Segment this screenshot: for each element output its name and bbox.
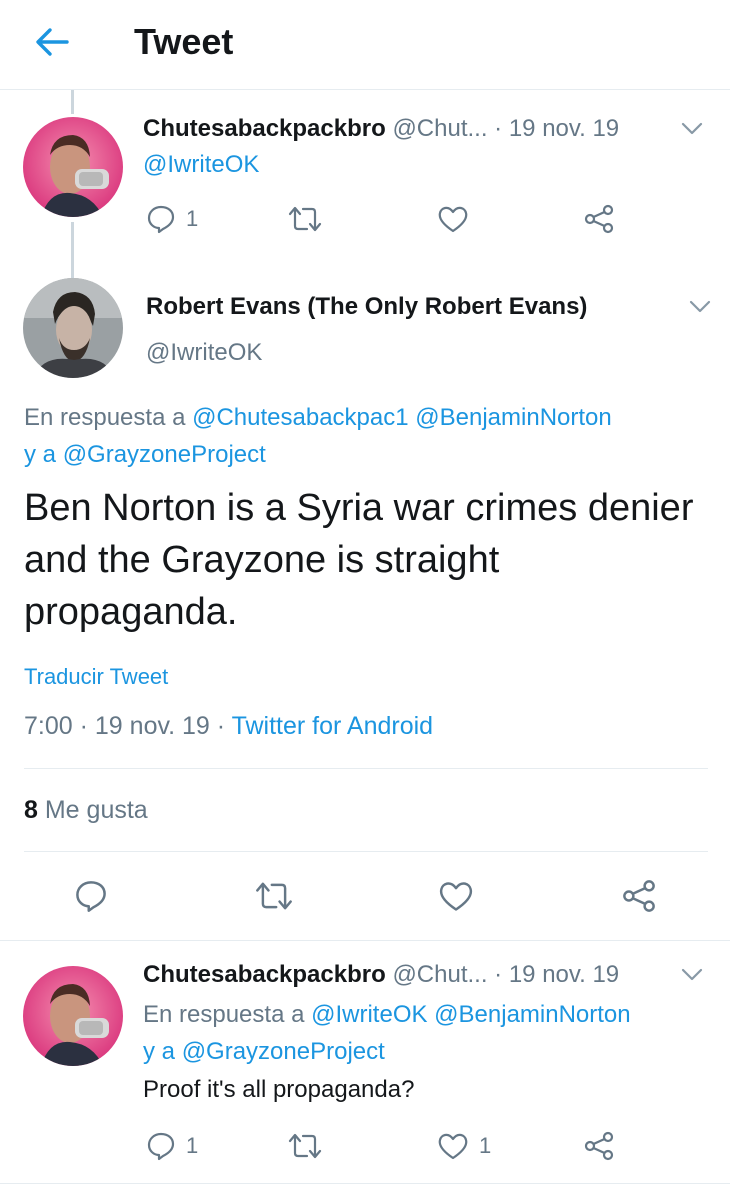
mention-link[interactable]: @BenjaminNorton bbox=[434, 1001, 630, 1028]
share-icon bbox=[584, 1131, 614, 1161]
tweet-menu-button[interactable] bbox=[686, 293, 714, 321]
reply-prefix: En respuesta a bbox=[143, 1001, 305, 1028]
heart-icon bbox=[438, 206, 468, 233]
tweet-text: Ben Norton is a Syria war crimes denier … bbox=[24, 487, 694, 633]
reply-count: 1 bbox=[186, 1133, 199, 1158]
likes-label: Me gusta bbox=[44, 796, 148, 824]
retweet-icon bbox=[256, 882, 292, 910]
like-button[interactable] bbox=[437, 202, 469, 236]
heart-icon bbox=[439, 882, 473, 911]
reply-icon bbox=[76, 881, 106, 912]
share-button[interactable] bbox=[621, 879, 657, 913]
reply-icon bbox=[147, 1132, 175, 1161]
retweet-icon bbox=[288, 1133, 322, 1159]
reply-button[interactable]: 1 bbox=[146, 1129, 198, 1163]
tweet-header: Chutesabackpackbro @Chut... · 19 nov. 19 bbox=[143, 114, 619, 144]
chevron-down-icon bbox=[681, 122, 703, 135]
reply-button[interactable] bbox=[74, 879, 108, 913]
avatar[interactable] bbox=[23, 966, 123, 1066]
like-button[interactable]: 1 bbox=[437, 1129, 491, 1163]
back-button[interactable] bbox=[30, 20, 74, 64]
author-handle[interactable]: @IwriteOK bbox=[146, 338, 262, 368]
tweet-meta: 7:00 · 19 nov. 19 · Twitter for Android bbox=[24, 712, 434, 740]
share-button[interactable] bbox=[583, 1129, 615, 1163]
likes-summary[interactable]: 8 Me gusta bbox=[24, 796, 148, 825]
author-name[interactable]: Robert Evans (The Only Robert Evans) bbox=[146, 293, 587, 320]
likes-count: 8 bbox=[24, 796, 38, 824]
heart-icon bbox=[438, 1133, 468, 1160]
author-name[interactable]: Chutesabackpackbro bbox=[143, 115, 386, 142]
thread-line-middle bbox=[71, 222, 74, 278]
author-name[interactable]: Chutesabackpackbro bbox=[143, 961, 386, 988]
mention-link[interactable]: @IwriteOK bbox=[311, 1001, 427, 1028]
retweet-button[interactable] bbox=[254, 879, 294, 913]
tweet-header: Chutesabackpackbro @Chut... · 19 nov. 19 bbox=[143, 960, 619, 990]
reply-button[interactable]: 1 bbox=[146, 202, 198, 236]
avatar[interactable] bbox=[23, 278, 123, 378]
reply-and: y a bbox=[143, 1038, 176, 1065]
tweet-date[interactable]: · 19 nov. 19 bbox=[494, 115, 619, 142]
mention-link[interactable]: @GrayzoneProject bbox=[182, 1038, 385, 1065]
reply-context: En respuesta a @IwriteOK @BenjaminNorton… bbox=[143, 996, 713, 1070]
mention-link[interactable]: @GrayzoneProject bbox=[63, 441, 266, 468]
like-count: 1 bbox=[479, 1133, 492, 1158]
tweet-menu-button[interactable] bbox=[678, 961, 706, 989]
share-icon bbox=[584, 204, 614, 234]
mention-link[interactable]: @Chutesabackpac1 bbox=[192, 404, 409, 431]
tweet-text-mention[interactable]: @IwriteOK bbox=[143, 150, 259, 180]
page-title: Tweet bbox=[134, 21, 234, 62]
translate-tweet-link[interactable]: Traducir Tweet bbox=[24, 664, 168, 690]
retweet-button[interactable] bbox=[287, 202, 323, 236]
retweet-button[interactable] bbox=[287, 1129, 323, 1163]
arrow-left-icon bbox=[36, 28, 69, 56]
mention-link[interactable]: @BenjaminNorton bbox=[415, 404, 611, 431]
retweet-icon bbox=[288, 206, 322, 232]
tweet-text: Proof it's all propaganda? bbox=[143, 1076, 415, 1103]
tweet-menu-button[interactable] bbox=[678, 115, 706, 143]
divider bbox=[0, 940, 730, 941]
author-handle[interactable]: @Chut... bbox=[392, 961, 487, 988]
tweet-source-link[interactable]: Twitter for Android bbox=[232, 712, 433, 740]
reply-and: y a bbox=[24, 441, 57, 468]
share-icon bbox=[623, 880, 655, 912]
top-bar: Tweet bbox=[0, 0, 730, 90]
author-handle[interactable]: @Chut... bbox=[392, 115, 487, 142]
like-button[interactable] bbox=[438, 879, 474, 913]
tweet-date[interactable]: · 19 nov. 19 bbox=[494, 961, 619, 988]
tweet-header: Robert Evans (The Only Robert Evans) bbox=[146, 292, 587, 322]
divider bbox=[0, 1183, 730, 1184]
tweet-time: 7:00 bbox=[24, 712, 73, 740]
reply-prefix: En respuesta a bbox=[24, 404, 186, 431]
avatar[interactable] bbox=[23, 117, 123, 217]
reply-icon bbox=[147, 205, 175, 234]
chevron-down-icon bbox=[681, 968, 703, 981]
reply-context: En respuesta a @Chutesabackpac1 @Benjami… bbox=[24, 399, 714, 473]
tweet-date: 19 nov. 19 bbox=[94, 712, 210, 740]
divider bbox=[24, 851, 708, 852]
reply-count: 1 bbox=[186, 206, 199, 231]
divider bbox=[24, 768, 708, 769]
share-button[interactable] bbox=[583, 202, 615, 236]
chevron-down-icon bbox=[689, 300, 711, 313]
thread-line-top bbox=[71, 90, 74, 114]
